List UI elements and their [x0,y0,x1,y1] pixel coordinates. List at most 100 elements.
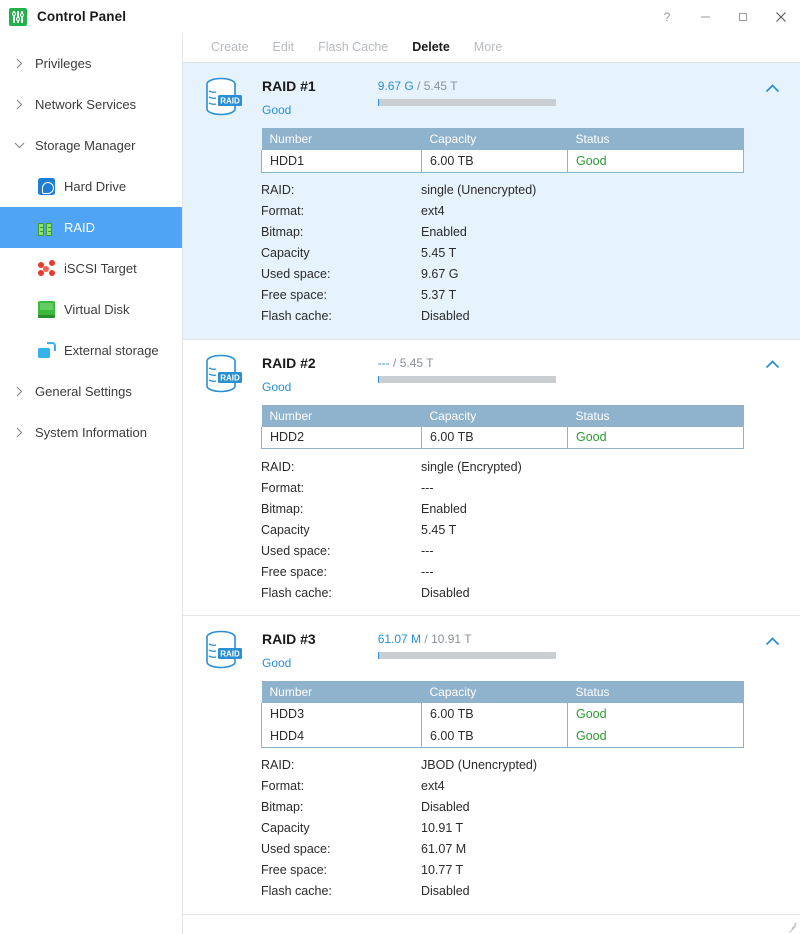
sidebar-item-label: Virtual Disk [64,302,130,317]
delete-button[interactable]: Delete [400,41,462,54]
table-row[interactable]: HDD2 6.00 TB Good [261,426,744,449]
table-row[interactable]: HDD3 6.00 TB Good [261,703,744,725]
more-button[interactable]: More [462,41,514,54]
flash-cache-button[interactable]: Flash Cache [306,41,400,54]
property-free-space: Free space: 5.37 T [261,285,743,306]
collapse-toggle[interactable] [762,78,782,98]
col-number: Number [261,681,422,703]
property-format: Format: --- [261,477,743,498]
usage-total: 5.45 T [423,79,458,93]
sidebar-item-raid[interactable]: RAID [0,207,182,248]
raid-panel[interactable]: RAID RAID #1 Good 9.67 G / 5.45 T Number… [183,63,800,339]
sidebar-item-iscsi-target[interactable]: iSCSI Target [0,248,182,289]
raid-panel-detail: Number Capacity Status HDD1 6.00 TB Good [183,128,800,339]
window-title: Control Panel [37,9,127,24]
sidebar-group-storage-manager[interactable]: Storage Manager [0,125,182,166]
property-free-space: Free space: --- [261,561,743,582]
usage-total: 5.45 T [399,355,434,370]
disk-capacity: 6.00 TB [421,725,568,748]
property-value: 10.91 T [421,821,464,835]
chevron-right-icon [12,99,26,110]
raid-panel-detail: Number Capacity Status HDD3 6.00 TB Good [183,681,800,914]
sidebar-item-external-storage[interactable]: External storage [0,330,182,371]
raid-usage: --- / 5.45 T [377,353,568,383]
raid-volume-icon: RAID [202,353,244,397]
close-button[interactable] [762,0,800,33]
raid-properties: RAID: single (Encrypted) Format: --- Bit… [261,456,743,603]
property-value: JBOD (Unencrypted) [421,758,538,772]
usage-progress-bar [377,652,556,659]
collapse-toggle[interactable] [762,631,782,651]
raid-panel[interactable]: RAID RAID #3 Good 61.07 M / 10.91 T Numb… [183,615,800,915]
property-value: Enabled [421,501,467,516]
sidebar-group-network-services[interactable]: Network Services [0,84,182,125]
table-row[interactable]: HDD1 6.00 TB Good [261,150,744,173]
help-button[interactable]: ? [648,0,686,33]
usage-progress-bar [377,375,556,383]
raid-title: RAID #3 [262,631,316,647]
collapse-toggle[interactable] [762,355,782,375]
property-value: Disabled [421,309,470,323]
sidebar-group-label: Privileges [35,56,92,71]
sidebar-group-system-information[interactable]: System Information [0,412,182,453]
raid-panel-header[interactable]: RAID RAID #2 Good --- / 5.45 T [183,340,800,405]
raid-volume-icon: RAID [202,76,244,120]
title-bar: Control Panel ? [0,0,800,33]
sidebar-item-hard-drive[interactable]: Hard Drive [0,166,182,207]
raid-panel-header[interactable]: RAID RAID #1 Good 9.67 G / 5.45 T [183,63,800,128]
chevron-right-icon [12,386,26,397]
sidebar-group-label: Network Services [35,97,137,112]
col-capacity: Capacity [421,404,568,427]
property-label: Flash cache: [261,585,332,600]
raid-title: RAID #1 [262,78,316,94]
sidebar-group-label: System Information [35,425,147,440]
table-header-row: Number Capacity Status [261,128,744,150]
raid-usage: 9.67 G / 5.45 T [377,76,568,106]
sidebar-group-label: Storage Manager [35,138,136,153]
property-value: 5.45 T [421,522,457,537]
property-value: Enabled [421,225,467,239]
property-label: Bitmap: [261,800,304,814]
resize-grip[interactable] [786,920,797,934]
minimize-button[interactable] [686,0,724,33]
property-label: Format: [261,480,305,495]
disk-number: HDD1 [261,150,422,173]
edit-button[interactable]: Edit [261,41,307,54]
property-value: 5.45 T [421,246,457,260]
col-number: Number [261,128,422,150]
sidebar-group-privileges[interactable]: Privileges [0,43,182,84]
disk-status: Good [567,703,744,725]
property-value: --- [421,543,434,558]
property-value: 10.77 T [421,863,464,877]
property-label: Free space: [261,863,328,877]
create-button[interactable]: Create [199,41,261,54]
col-status: Status [567,681,744,703]
property-used-space: Used space: --- [261,540,743,561]
property-value: single (Unencrypted) [421,183,537,197]
control-panel-window: Control Panel ? Privileges Network Servi… [0,0,800,934]
usage-used: --- [377,355,390,370]
raid-panel[interactable]: RAID RAID #2 Good --- / 5.45 T Number Ca… [183,338,800,616]
raid-volume-icon: RAID [202,629,244,673]
content-pane: Create Edit Flash Cache Delete More RAID… [182,33,800,934]
sidebar-item-virtual-disk[interactable]: Virtual Disk [0,289,182,330]
table-row[interactable]: HDD4 6.00 TB Good [261,725,744,748]
raid-panel-title-block: RAID #2 Good [262,353,316,394]
maximize-button[interactable] [724,0,762,33]
disk-table: Number Capacity Status HDD2 6.00 TB Good [261,404,744,449]
raid-panel-header[interactable]: RAID RAID #3 Good 61.07 M / 10.91 T [183,616,800,681]
usage-separator: / [413,79,424,93]
raid-properties: RAID: single (Unencrypted) Format: ext4 … [261,180,743,327]
disk-status: Good [567,150,744,173]
property-value: single (Encrypted) [421,459,522,474]
raid-title: RAID #2 [262,354,316,371]
property-raid: RAID: JBOD (Unencrypted) [261,755,743,776]
iscsi-target-icon [38,260,55,277]
usage-total: 10.91 T [431,632,472,646]
sidebar-group-general-settings[interactable]: General Settings [0,371,182,412]
property-label: Bitmap: [261,501,304,516]
property-label: Format: [261,204,305,218]
usage-used: 61.07 M [377,632,422,646]
sidebar-item-label: Hard Drive [64,179,127,194]
property-value: 61.07 M [421,842,467,856]
